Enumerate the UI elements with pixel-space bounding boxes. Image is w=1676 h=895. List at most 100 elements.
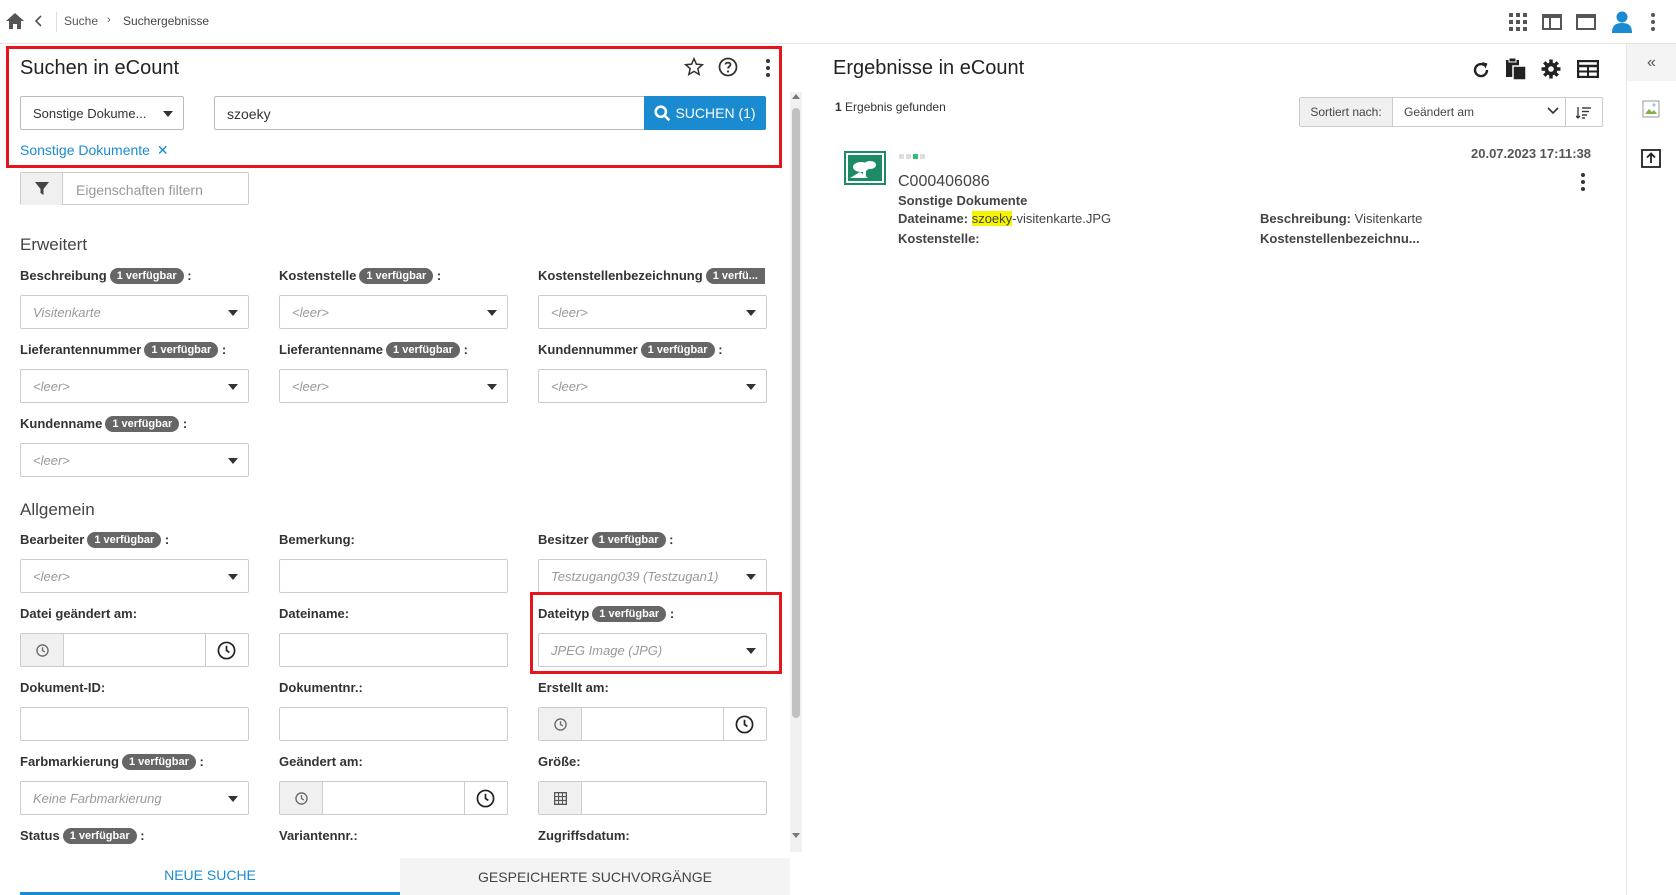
available-badge: 1 verfügbar [121, 754, 196, 770]
tab-neue-suche[interactable]: NEUE SUCHE [20, 858, 400, 895]
select-besitzer[interactable]: Testzugang039 (Testzugan1) [538, 559, 767, 593]
result-item[interactable]: 20.07.2023 17:11:38 C000406086 Sonstige … [835, 140, 1605, 260]
chevron-down-icon [228, 458, 238, 464]
right-sidebar: « [1626, 44, 1676, 895]
split-view-icon[interactable] [1539, 10, 1565, 34]
input-dokument-id[interactable] [20, 707, 249, 741]
section-allgemein: Allgemein [20, 500, 95, 519]
available-badge: 1 verfügbar [359, 268, 434, 284]
collapse-sidebar-icon[interactable]: « [1627, 44, 1676, 81]
scroll-thumb[interactable] [792, 108, 800, 718]
result-date: 20.07.2023 17:11:38 [1471, 146, 1591, 161]
clock-small-icon [539, 708, 582, 740]
available-badge: 1 verfügbar [105, 416, 180, 432]
input-bemerkung[interactable] [279, 559, 508, 593]
label-erstellt-am: Erstellt am: [538, 680, 609, 695]
tab-gespeicherte-suchvorgaenge[interactable]: GESPEICHERTE SUCHVORGÄNGE [400, 858, 790, 895]
clipboard-copy-icon[interactable] [1505, 57, 1527, 81]
label-groesse: Größe: [538, 754, 581, 769]
label-lieferantennummer: Lieferantennummer 1 verfügbar : [20, 342, 227, 358]
broken-image-icon[interactable] [1642, 100, 1660, 118]
status-dots-icon [899, 154, 927, 160]
select-kundenname[interactable]: <leer> [20, 443, 249, 477]
section-erweitert: Erweitert [20, 235, 88, 254]
select-kundennummer[interactable]: <leer> [538, 369, 767, 403]
label-datei-geaendert: Datei geändert am: [20, 606, 138, 621]
user-avatar-icon[interactable] [1609, 10, 1635, 34]
select-lieferantennummer[interactable]: <leer> [20, 369, 249, 403]
sort-order-icon[interactable] [1576, 106, 1592, 119]
available-badge: 1 verfügbar [144, 342, 219, 358]
breadcrumb-suchergebnisse: Suchergebnisse [123, 14, 210, 28]
apps-grid-icon[interactable] [1505, 10, 1531, 34]
label-geaendert-am: Geändert am: [279, 754, 363, 769]
input-erstellt-am[interactable] [538, 707, 767, 741]
breadcrumb-suche[interactable]: Suche [64, 14, 98, 28]
home-icon[interactable] [2, 9, 28, 33]
select-kostenstelle[interactable]: <leer> [279, 295, 508, 329]
chevron-down-icon[interactable] [1547, 107, 1559, 115]
result-kostenstelle: Kostenstelle: [898, 231, 980, 246]
input-geaendert-am[interactable] [279, 781, 508, 815]
left-panel-scrollbar[interactable] [790, 92, 802, 852]
table-view-icon[interactable] [1577, 60, 1599, 78]
label-lieferantenname: Lieferantenname 1 verfügbar : [279, 342, 468, 358]
result-kostenstellenbez: Kostenstellenbezeichnu... [1260, 231, 1420, 246]
label-variantennr: Variantennr.: [279, 828, 358, 843]
upload-icon[interactable] [1641, 148, 1661, 168]
label-kostenstelle: Kostenstelle 1 verfügbar : [279, 268, 442, 284]
available-badge: 1 verfü... [705, 268, 765, 284]
scroll-down-icon[interactable] [792, 833, 800, 838]
label-status: Status 1 verfügbar : [20, 828, 145, 844]
results-title: Ergebnisse in eCount [833, 57, 1025, 79]
chevron-down-icon [228, 574, 238, 580]
more-menu-icon[interactable] [1640, 10, 1666, 34]
sort-select-value[interactable]: Geändert am [1404, 105, 1474, 119]
chevron-down-icon [746, 574, 756, 580]
clock-picker-icon[interactable] [735, 715, 754, 734]
refresh-icon[interactable] [1471, 60, 1491, 80]
chevron-down-icon [228, 384, 238, 390]
result-category: Sonstige Dokumente [898, 193, 1028, 208]
result-dateiname: Dateiname: szoeky-visitenkarte.JPG [898, 211, 1112, 226]
select-beschreibung[interactable]: Visitenkarte [20, 295, 249, 329]
scroll-up-icon[interactable] [792, 94, 800, 99]
clock-small-icon [21, 634, 64, 666]
label-besitzer: Besitzer 1 verfügbar : [538, 532, 674, 548]
back-icon[interactable] [26, 9, 52, 33]
chevron-down-icon [746, 384, 756, 390]
label-bemerkung: Bemerkung: [279, 532, 355, 547]
select-kostenstellenbezeichnung[interactable]: <leer> [538, 295, 767, 329]
available-badge: 1 verfügbar [386, 342, 460, 358]
filter-properties-input[interactable]: Eigenschaften filtern [20, 172, 249, 205]
select-farbmarkierung[interactable]: Keine Farbmarkierung [20, 781, 249, 815]
clock-small-icon [280, 782, 323, 814]
result-more-icon[interactable] [1581, 173, 1585, 191]
input-dokumentnr[interactable] [279, 707, 508, 741]
result-beschreibung: Beschreibung: Visitenkarte [1260, 211, 1423, 226]
clock-picker-icon[interactable] [476, 789, 495, 808]
chevron-down-icon [228, 796, 238, 802]
input-datei-geaendert[interactable] [20, 633, 249, 667]
clock-picker-icon[interactable] [217, 641, 236, 660]
filter-funnel-icon [21, 173, 63, 205]
available-badge: 1 verfügbar [640, 342, 715, 358]
gear-icon[interactable] [1541, 59, 1561, 79]
label-beschreibung: Beschreibung 1 verfügbar : [20, 268, 192, 284]
sort-control[interactable]: Sortiert nach: Geändert am [1299, 97, 1603, 127]
chevron-down-icon [487, 310, 497, 316]
input-dateiname[interactable] [279, 633, 508, 667]
label-dokument-id: Dokument-ID: [20, 680, 106, 695]
input-groesse[interactable] [538, 781, 767, 815]
label-zugriffsdatum: Zugriffsdatum: [538, 828, 630, 843]
select-lieferantenname[interactable]: <leer> [279, 369, 508, 403]
select-bearbeiter[interactable]: <leer> [20, 559, 249, 593]
available-badge: 1 verfügbar [87, 532, 162, 548]
label-dateiname: Dateiname: [279, 606, 350, 621]
top-bar: Suche › Suchergebnisse [0, 0, 1676, 44]
label-bearbeiter: Bearbeiter 1 verfügbar : [20, 532, 170, 548]
breadcrumb-separator-icon: › [107, 14, 111, 26]
single-view-icon[interactable] [1573, 10, 1599, 34]
result-count-text: 1 Ergebnis gefunden [835, 100, 946, 114]
result-id[interactable]: C000406086 [898, 173, 990, 191]
